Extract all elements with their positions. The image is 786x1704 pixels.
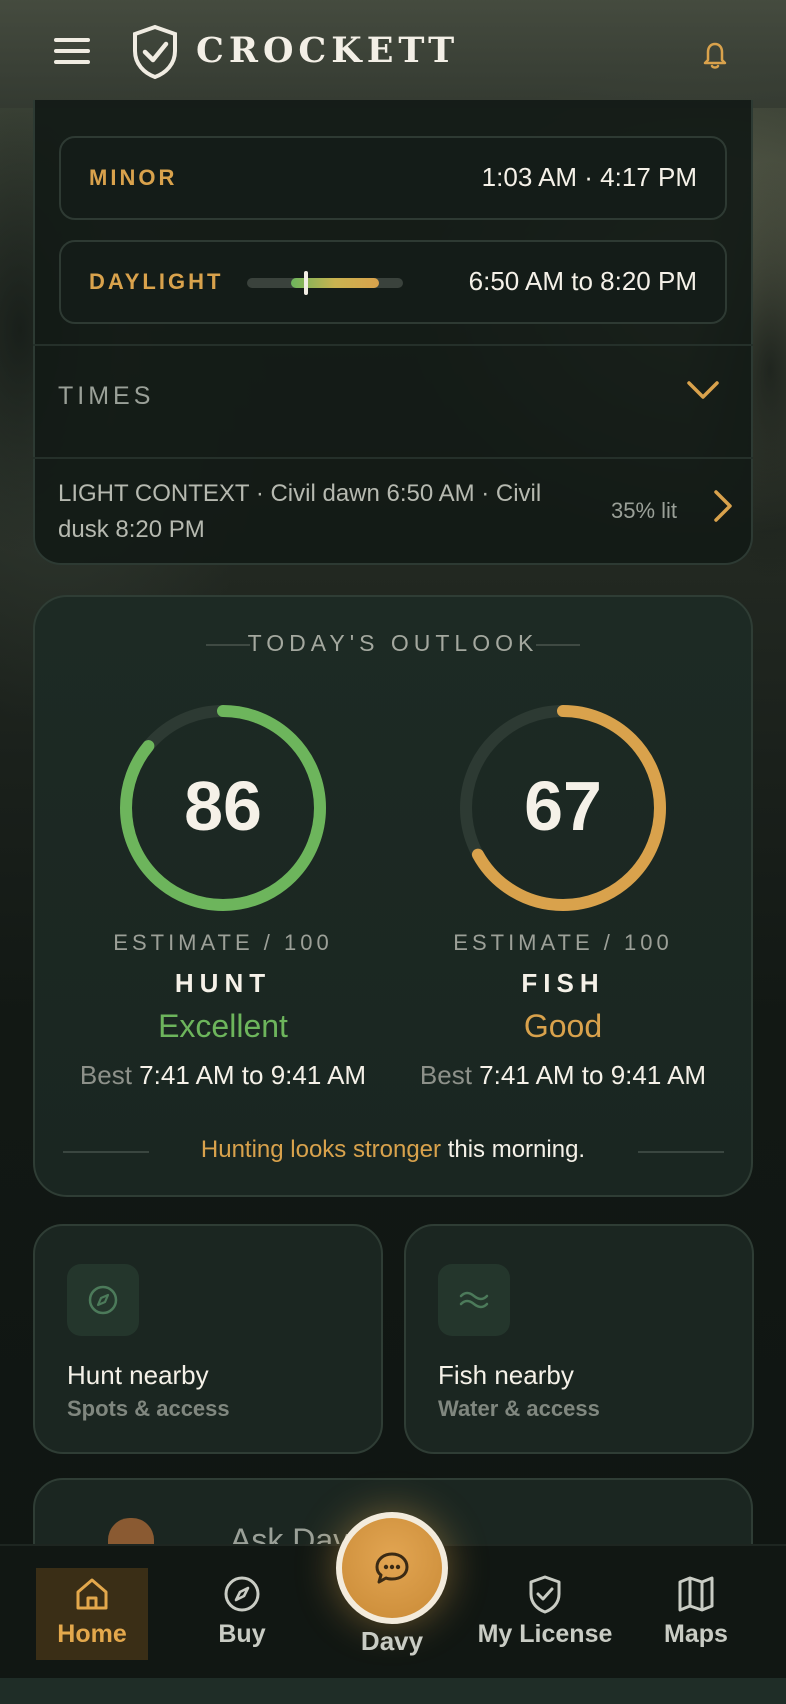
nav-maps-label: Maps — [664, 1620, 728, 1648]
summary-highlight: Hunting looks stronger — [200, 1136, 442, 1163]
outlook-title: TODAY'S OUTLOOK — [247, 630, 539, 656]
fish-nearby-title: Fish nearby — [438, 1360, 574, 1390]
hunt-best-window: Best 7:41 AM to 9:41 AM — [53, 1060, 393, 1091]
tile-icon-box — [438, 1264, 510, 1336]
minor-times-row: MINOR 1:03 AM · 4:17 PM — [59, 136, 727, 220]
nav-home[interactable]: Home — [36, 1568, 148, 1660]
daylight-value: 6:50 AM to 8:20 PM — [468, 266, 697, 296]
bell-icon[interactable] — [700, 38, 730, 70]
home-indicator-strip — [0, 1678, 786, 1704]
hunt-estimate-label: ESTIMATE / 100 — [113, 930, 333, 955]
nav-maps[interactable]: Maps — [640, 1568, 752, 1660]
map-icon — [678, 1576, 714, 1612]
fish-score: 67 — [524, 767, 602, 845]
hunt-nearby-title: Hunt nearby — [67, 1360, 209, 1390]
best-prefix: Best — [79, 1060, 132, 1090]
tile-icon-box — [67, 1264, 139, 1336]
hunt-nearby-tile[interactable]: Hunt nearby Spots & access — [33, 1224, 383, 1454]
minor-label: MINOR — [89, 165, 178, 190]
light-context-text[interactable]: LIGHT CONTEXT · Civil dawn 6:50 AM · Civ… — [58, 476, 578, 548]
nav-buy-label: Buy — [218, 1620, 266, 1648]
divider — [33, 344, 753, 346]
fish-rating: Good — [523, 1008, 603, 1044]
compass-icon — [224, 1576, 260, 1612]
nav-home-label: Home — [57, 1620, 127, 1648]
chevron-down-icon[interactable] — [686, 378, 720, 402]
summary-rest: this morning. — [441, 1136, 586, 1163]
daylight-row: DAYLIGHT 6:50 AM to 8:20 PM — [59, 240, 727, 324]
best-prefix: Best — [419, 1060, 472, 1090]
fish-nearby-subtitle: Water & access — [438, 1396, 600, 1421]
hunt-activity-label: HUNT — [174, 968, 272, 998]
davy-chat-button[interactable] — [336, 1512, 448, 1624]
nav-my-license[interactable]: My License — [470, 1568, 620, 1660]
nav-davy-label[interactable]: Davy — [336, 1626, 448, 1657]
brand-name: CROCKETT — [196, 30, 460, 71]
chevron-right-icon[interactable] — [712, 488, 734, 524]
hunt-best-time: 7:41 AM to 9:41 AM — [139, 1060, 367, 1090]
minor-value: 1:03 AM · 4:17 PM — [481, 162, 697, 192]
home-icon — [76, 1578, 108, 1610]
moon-illumination: 35% lit — [611, 498, 678, 523]
hunt-rating: Excellent — [158, 1008, 288, 1044]
chat-bubble-icon — [375, 1552, 409, 1584]
fish-nearby-tile[interactable]: Fish nearby Water & access — [404, 1224, 754, 1454]
divider — [33, 457, 753, 459]
daylight-label: DAYLIGHT — [89, 269, 224, 294]
daylight-current-marker — [304, 271, 308, 295]
shield-check-icon — [133, 24, 177, 80]
fish-estimate-label: ESTIMATE / 100 — [453, 930, 673, 955]
waves-icon — [459, 1291, 489, 1309]
fish-activity-label: FISH — [521, 968, 605, 998]
times-section-toggle-label[interactable]: TIMES — [58, 382, 154, 411]
daylight-progress-bar — [247, 271, 403, 295]
hunt-nearby-subtitle: Spots & access — [67, 1396, 230, 1421]
compass-icon — [88, 1285, 118, 1315]
app-header: CROCKETT — [0, 0, 786, 108]
hunt-score: 86 — [184, 767, 262, 845]
outlook-summary: Hunting looks stronger this morning. — [0, 1136, 786, 1164]
shield-check-icon — [529, 1575, 561, 1614]
nav-buy[interactable]: Buy — [186, 1568, 298, 1660]
nav-my-license-label: My License — [477, 1620, 613, 1648]
fish-best-window: Best 7:41 AM to 9:41 AM — [393, 1060, 733, 1091]
hamburger-menu-icon[interactable] — [54, 38, 90, 66]
fish-best-time: 7:41 AM to 9:41 AM — [479, 1060, 707, 1090]
